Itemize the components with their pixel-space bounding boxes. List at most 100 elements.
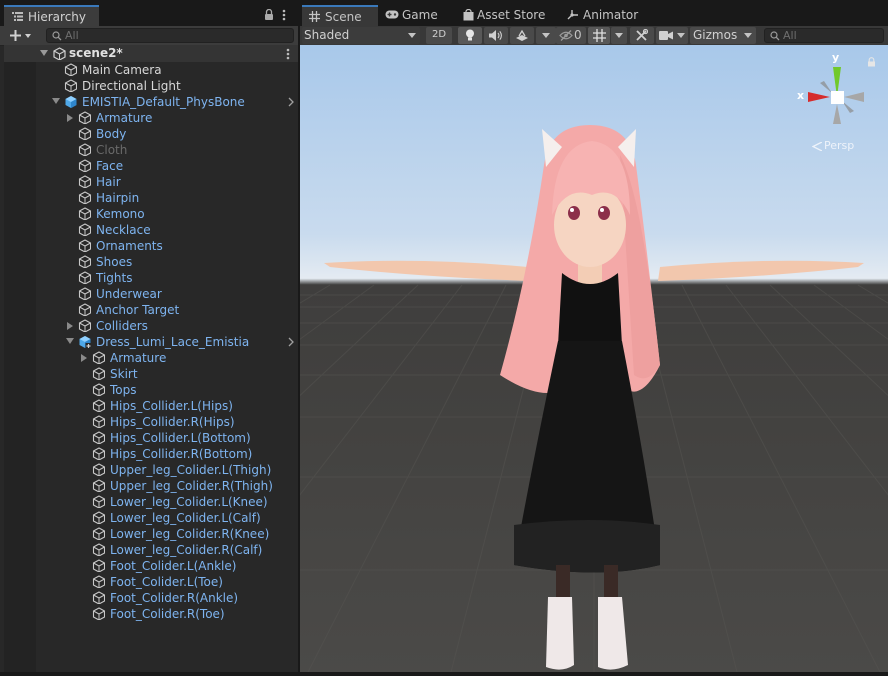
neg-x-axis-arrow[interactable] [844, 92, 864, 102]
gameobject-cube-icon [92, 559, 105, 572]
hierarchy-row-label: Hips_Collider.R(Hips) [110, 415, 235, 429]
2d-toggle-label: 2D [432, 29, 447, 40]
hierarchy-row[interactable]: Tights [0, 270, 298, 286]
lighting-toggle[interactable] [458, 27, 482, 44]
tab-animator[interactable]: Animator [562, 5, 648, 26]
effects-toggle[interactable] [510, 27, 534, 44]
2d-toggle-button[interactable]: 2D [426, 27, 452, 44]
hierarchy-row[interactable]: Hips_Collider.L(Bottom) [0, 430, 298, 446]
hierarchy-row[interactable]: Cloth [0, 142, 298, 158]
hierarchy-row[interactable]: Hips_Collider.L(Hips) [0, 398, 298, 414]
collapsed-arrow-icon[interactable] [67, 322, 73, 330]
hierarchy-row[interactable]: Armature [0, 350, 298, 366]
camera-settings-dropdown[interactable] [656, 27, 688, 44]
hierarchy-row-label: Underwear [96, 287, 162, 301]
scene-tab-bar: Scene Game Asset Store Animator [300, 0, 888, 26]
hierarchy-search-placeholder: All [65, 29, 79, 42]
tools-toggle[interactable] [630, 27, 654, 44]
hierarchy-row[interactable]: Kemono [0, 206, 298, 222]
hierarchy-row[interactable]: Face [0, 158, 298, 174]
hierarchy-row[interactable]: Colliders [0, 318, 298, 334]
gameobject-cube-icon [92, 495, 105, 508]
hierarchy-row[interactable]: Foot_Colider.R(Toe) [0, 606, 298, 622]
create-button[interactable] [6, 28, 36, 43]
hierarchy-row[interactable]: Armature [0, 110, 298, 126]
tools-icon [636, 29, 648, 41]
gameobject-cube-icon [92, 543, 105, 556]
effects-dropdown[interactable] [536, 27, 556, 44]
hierarchy-row[interactable]: Foot_Colider.R(Ankle) [0, 590, 298, 606]
hierarchy-row[interactable]: Lower_leg_Colider.L(Calf) [0, 510, 298, 526]
shading-mode-dropdown[interactable]: Shaded [302, 27, 420, 44]
more-options-icon[interactable] [282, 9, 286, 21]
lock-icon[interactable] [264, 9, 274, 20]
gameobject-cube-icon [78, 255, 91, 268]
hierarchy-row[interactable]: Anchor Target [0, 302, 298, 318]
tab-scene[interactable]: Scene [302, 5, 378, 26]
expanded-arrow-icon[interactable] [52, 98, 60, 104]
gameobject-cube-icon [92, 399, 105, 412]
perspective-icon [812, 142, 822, 151]
hidden-count: 0 [574, 28, 582, 42]
hierarchy-row[interactable]: Hair [0, 174, 298, 190]
hierarchy-row[interactable]: Lower_leg_Colider.R(Knee) [0, 526, 298, 542]
grid-dropdown[interactable] [611, 27, 627, 44]
x-axis-arrow[interactable] [808, 92, 830, 102]
expand-arrow-icon[interactable] [40, 50, 48, 56]
audio-toggle[interactable] [484, 27, 508, 44]
collapsed-arrow-icon[interactable] [81, 354, 87, 362]
hierarchy-row[interactable]: Dress_Lumi_Lace_Emistia [0, 334, 298, 350]
scene-search-input[interactable]: All [764, 28, 884, 43]
unity-scene-icon [53, 47, 66, 60]
projection-toggle[interactable]: Persp [812, 139, 872, 155]
tab-asset-store[interactable]: Asset Store [458, 5, 556, 26]
scene-viewport[interactable]: y x Persp [300, 45, 888, 676]
hierarchy-row[interactable]: Ornaments [0, 238, 298, 254]
hierarchy-row[interactable]: Lower_leg_Colider.L(Knee) [0, 494, 298, 510]
collapsed-arrow-icon[interactable] [67, 114, 73, 122]
hierarchy-row[interactable]: EMISTIA_Default_PhysBone [0, 94, 298, 110]
gameobject-cube-icon [78, 207, 91, 220]
scene-menu-icon[interactable] [286, 48, 290, 60]
hierarchy-row-label: Tights [96, 271, 133, 285]
hierarchy-row[interactable]: Underwear [0, 286, 298, 302]
window-bottom-border [0, 672, 888, 676]
tab-game-label: Game [402, 8, 438, 22]
grid-icon [593, 29, 606, 42]
hierarchy-row[interactable]: Tops [0, 382, 298, 398]
hierarchy-row-label: Necklace [96, 223, 151, 237]
hierarchy-row[interactable]: Directional Light [0, 78, 298, 94]
hierarchy-row[interactable]: Foot_Colider.L(Toe) [0, 574, 298, 590]
hierarchy-row[interactable]: Foot_Colider.L(Ankle) [0, 558, 298, 574]
tab-game[interactable]: Game [380, 5, 454, 26]
scene-visibility-toggle[interactable]: 0 [556, 27, 586, 44]
scene-toolbar: Shaded 2D 0 Gizmos All [300, 26, 888, 45]
hierarchy-row[interactable]: Skirt [0, 366, 298, 382]
hierarchy-row[interactable]: Hairpin [0, 190, 298, 206]
hierarchy-row-label: Hips_Collider.R(Bottom) [110, 447, 253, 461]
gizmo-lock-icon[interactable] [867, 57, 876, 67]
tab-hierarchy[interactable]: Hierarchy [4, 5, 99, 26]
gizmos-dropdown[interactable]: Gizmos [690, 27, 756, 44]
hierarchy-row[interactable]: Lower_leg_Colider.R(Calf) [0, 542, 298, 558]
hierarchy-row[interactable]: Upper_leg_Colider.R(Thigh) [0, 478, 298, 494]
neg-y-axis-arrow[interactable] [833, 104, 841, 124]
hierarchy-row[interactable]: Body [0, 126, 298, 142]
scene-root-row[interactable]: scene2* [4, 45, 298, 62]
video-camera-icon [659, 31, 673, 40]
hierarchy-row[interactable]: Main Camera [0, 62, 298, 78]
grid-toggle[interactable] [588, 27, 610, 44]
hierarchy-search-input[interactable]: All [46, 28, 294, 43]
projection-label: Persp [824, 139, 855, 152]
prefab-variant-icon [79, 336, 91, 348]
hierarchy-row[interactable]: Hips_Collider.R(Bottom) [0, 446, 298, 462]
gizmo-center-cube[interactable] [831, 91, 844, 104]
expanded-arrow-icon[interactable] [66, 338, 74, 344]
hierarchy-row[interactable]: Hips_Collider.R(Hips) [0, 414, 298, 430]
hierarchy-row[interactable]: Upper_leg_Colider.L(Thigh) [0, 462, 298, 478]
hierarchy-row[interactable]: Shoes [0, 254, 298, 270]
gameobject-cube-icon [78, 143, 91, 156]
chevron-down-icon [615, 33, 623, 38]
hierarchy-row-label: Lower_leg_Colider.L(Calf) [110, 511, 261, 525]
hierarchy-row[interactable]: Necklace [0, 222, 298, 238]
